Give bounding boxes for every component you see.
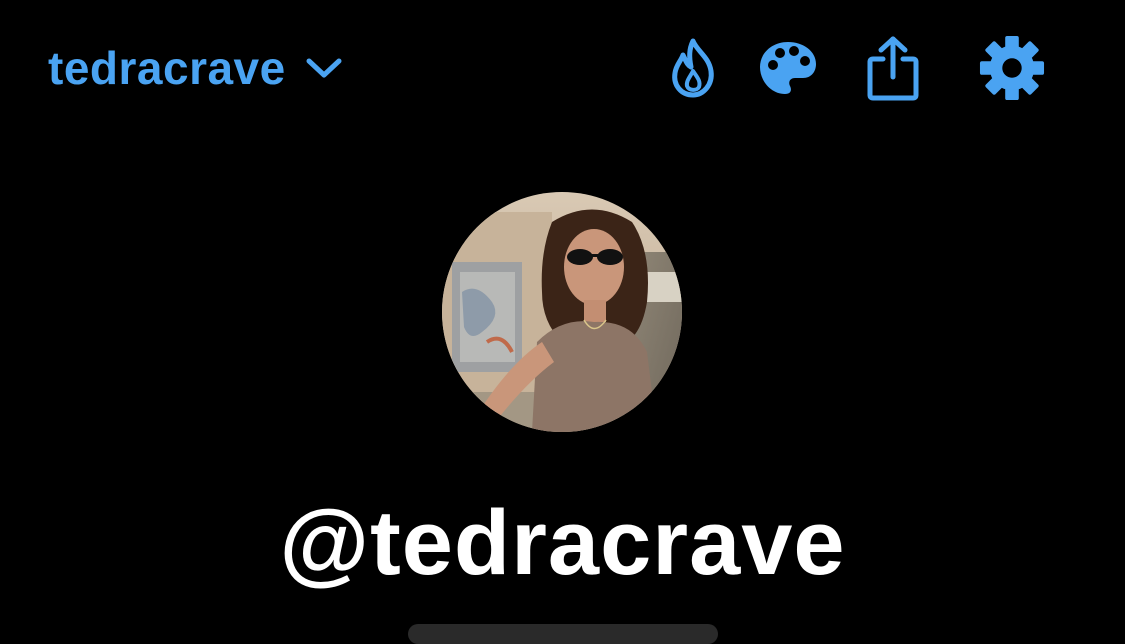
streak-button[interactable] <box>660 34 726 102</box>
avatar[interactable] <box>442 192 682 432</box>
share-icon <box>867 36 919 101</box>
edit-profile-button[interactable] <box>408 624 718 644</box>
share-button[interactable] <box>860 34 926 102</box>
account-switcher[interactable]: tedracrave <box>48 38 344 98</box>
top-bar: tedracrave <box>0 0 1125 140</box>
profile-handle: @tedracrave <box>279 492 846 594</box>
gear-icon <box>979 35 1045 101</box>
settings-button[interactable] <box>979 34 1045 102</box>
fire-icon <box>672 38 714 98</box>
profile-photo <box>442 192 682 432</box>
account-name: tedracrave <box>48 42 286 94</box>
chevron-down-icon <box>306 58 342 78</box>
palette-icon <box>760 42 816 94</box>
theme-button[interactable] <box>755 34 821 102</box>
